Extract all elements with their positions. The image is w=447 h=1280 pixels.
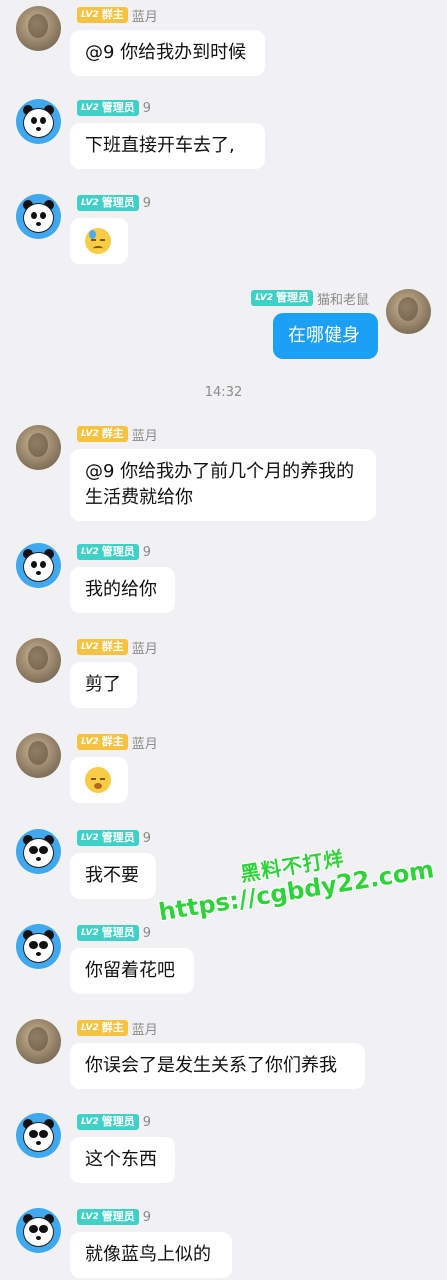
- avatar[interactable]: [16, 924, 61, 969]
- message-bubble[interactable]: 剪了: [70, 662, 137, 708]
- yawn-emoji-icon: [85, 767, 111, 793]
- message-bubble[interactable]: 我不要: [70, 853, 156, 899]
- sender-name[interactable]: 蓝月: [132, 638, 158, 657]
- avatar[interactable]: [16, 638, 61, 683]
- sender-name[interactable]: 蓝月: [132, 425, 158, 444]
- sender-meta: LV2 管理员 9: [77, 829, 151, 847]
- sender-meta: LV2 管理员 9: [77, 1113, 151, 1131]
- avatar[interactable]: [16, 733, 61, 778]
- avatar[interactable]: [16, 1113, 61, 1158]
- sender-name[interactable]: 9: [143, 1210, 151, 1225]
- message-bubble[interactable]: 这个东西: [70, 1137, 175, 1183]
- owner-badge: LV2 群主: [77, 426, 128, 442]
- avatar[interactable]: [16, 194, 61, 239]
- sender-meta: LV2 群主 蓝月: [77, 6, 158, 25]
- message-bubble[interactable]: @9 你给我办到时候: [70, 30, 265, 76]
- watermark: 黑料不打烊 https://cgbdy22.com: [152, 829, 436, 926]
- sender-name[interactable]: 蓝月: [132, 6, 158, 25]
- sender-meta: LV2 管理员 9: [77, 1208, 151, 1226]
- timestamp: 14:32: [204, 385, 243, 400]
- owner-badge: LV2 群主: [77, 639, 128, 655]
- sender-name[interactable]: 9: [143, 926, 151, 941]
- admin-badge: LV2 管理员: [77, 925, 139, 941]
- message-bubble[interactable]: 你留着花吧: [70, 948, 194, 994]
- sender-meta: LV2 管理员 9: [77, 924, 151, 942]
- admin-badge: LV2 管理员: [77, 1114, 139, 1130]
- sender-meta: LV2 群主 蓝月: [77, 638, 158, 657]
- message-bubble[interactable]: 就像蓝鸟上似的: [70, 1232, 232, 1278]
- sweat-sad-emoji-icon: [85, 228, 111, 254]
- sender-name[interactable]: 9: [143, 831, 151, 846]
- sender-name[interactable]: 9: [143, 545, 151, 560]
- avatar[interactable]: [16, 6, 61, 51]
- message-bubble[interactable]: 我的给你: [70, 567, 175, 613]
- owner-badge: LV2 群主: [77, 1020, 128, 1036]
- message-bubble[interactable]: [70, 757, 128, 803]
- sender-meta: LV2 管理员 9: [77, 194, 151, 212]
- sender-name[interactable]: 9: [143, 101, 151, 116]
- admin-badge: LV2 管理员: [77, 100, 139, 116]
- message-bubble[interactable]: 在哪健身: [273, 313, 378, 359]
- avatar[interactable]: [16, 1208, 61, 1253]
- message-bubble[interactable]: @9 你给我办了前几个月的养我的生活费就给你: [70, 449, 376, 521]
- sender-meta: LV2 管理员 9: [77, 543, 151, 561]
- sender-meta: LV2 管理员 9: [77, 99, 151, 117]
- sender-name[interactable]: 9: [143, 1115, 151, 1130]
- avatar[interactable]: [386, 289, 431, 334]
- sender-name[interactable]: 9: [143, 196, 151, 211]
- avatar[interactable]: [16, 425, 61, 470]
- owner-badge: LV2 群主: [77, 734, 128, 750]
- avatar[interactable]: [16, 99, 61, 144]
- admin-badge: LV2 管理员: [251, 290, 313, 306]
- owner-badge: LV2 群主: [77, 7, 128, 23]
- admin-badge: LV2 管理员: [77, 195, 139, 211]
- sender-meta: LV2 管理员 猫和老鼠: [251, 289, 369, 308]
- sender-meta: LV2 群主 蓝月: [77, 733, 158, 752]
- admin-badge: LV2 管理员: [77, 1209, 139, 1225]
- sender-name[interactable]: 蓝月: [132, 733, 158, 752]
- message-bubble[interactable]: 你误会了是发生关系了你们养我: [70, 1043, 365, 1089]
- message-bubble[interactable]: 下班直接开车去了,: [70, 123, 265, 169]
- avatar[interactable]: [16, 543, 61, 588]
- avatar[interactable]: [16, 829, 61, 874]
- sender-meta: LV2 群主 蓝月: [77, 425, 158, 444]
- sender-name[interactable]: 蓝月: [132, 1019, 158, 1038]
- sender-meta: LV2 群主 蓝月: [77, 1019, 158, 1038]
- sender-name[interactable]: 猫和老鼠: [317, 289, 369, 308]
- admin-badge: LV2 管理员: [77, 544, 139, 560]
- avatar[interactable]: [16, 1019, 61, 1064]
- message-bubble[interactable]: [70, 218, 128, 264]
- admin-badge: LV2 管理员: [77, 830, 139, 846]
